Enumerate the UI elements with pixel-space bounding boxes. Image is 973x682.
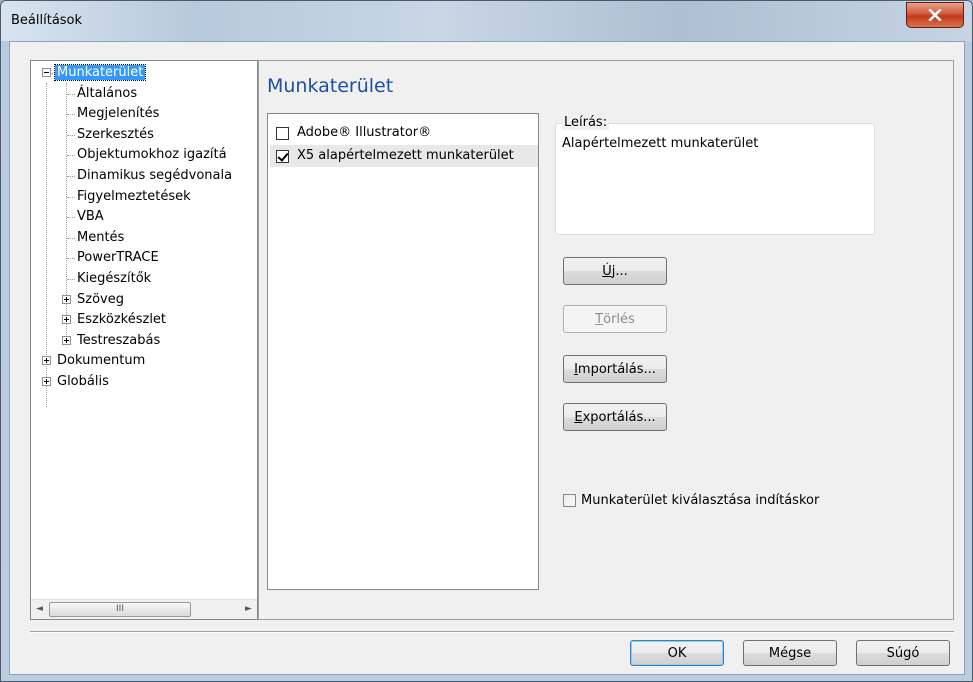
page-title: Munkaterület (267, 75, 394, 97)
tree-item-label: Globális (57, 374, 109, 389)
tree-connector (67, 279, 75, 280)
tree-item[interactable]: Testreszabás (75, 331, 162, 351)
help-button[interactable]: Súgó (856, 640, 950, 666)
tree-item[interactable]: Eszközkészlet (75, 310, 168, 330)
description-group: Leírás: Alapértelmezett munkaterület (555, 115, 875, 235)
startup-select-option[interactable]: Munkaterület kiválasztása indításkor (563, 493, 819, 508)
workspace-label: X5 alapértelmezett munkaterület (297, 148, 514, 163)
tree-item[interactable]: Kiegészítők (75, 269, 153, 289)
workspace-checkbox[interactable] (276, 149, 289, 163)
list-item-workspace-illustrator[interactable]: Adobe® Illustrator® (276, 122, 431, 144)
startup-select-checkbox[interactable] (563, 494, 576, 507)
dialog-client-area: Munkaterület Általános Megjelenítés Szerkes… (9, 41, 965, 675)
import-workspace-button[interactable]: Importálás... (563, 355, 667, 383)
expand-plus-icon[interactable] (62, 294, 71, 304)
footer-divider (30, 631, 954, 633)
tree-connector (67, 217, 75, 219)
expand-plus-icon[interactable] (62, 335, 71, 345)
tree-item[interactable]: Szöveg (75, 290, 126, 310)
scroll-left-icon[interactable]: ◄ (31, 600, 48, 619)
window-title: Beállítások (11, 13, 83, 28)
tree-item[interactable]: VBA (75, 207, 106, 227)
tree-item-label: Kiegészítők (77, 271, 152, 286)
settings-dialog: Beállítások Munkaterület Általános Megjele… (0, 0, 973, 682)
tree-connector (67, 155, 75, 157)
tree-item-label: Általános (77, 85, 138, 101)
cancel-button[interactable]: Mégse (743, 640, 837, 666)
tree-item-label: Objektumokhoz igazítá (77, 147, 227, 163)
expand-plus-icon[interactable] (62, 315, 71, 325)
description-text: Alapértelmezett munkaterület (562, 136, 759, 151)
tree-item-label: Dinamikus segédvonala (77, 168, 233, 183)
startup-select-label: Munkaterület kiválasztása indításkor (581, 493, 820, 508)
collapse-minus-icon[interactable] (42, 68, 51, 77)
tree-item-label: VBA (77, 209, 104, 225)
tree-connector (67, 237, 75, 239)
workspace-label: Adobe® Illustrator® (297, 125, 432, 140)
tree-item-label: Szerkesztés (77, 126, 154, 142)
tree-item-label: PowerTRACE (77, 250, 159, 266)
tree-item[interactable]: Szerkesztés (75, 125, 156, 145)
tree-connector (67, 114, 75, 116)
tree-view: Munkaterület Általános Megjelenítés Szerkes… (31, 61, 257, 599)
tree-item-label: Szöveg (77, 291, 124, 307)
export-workspace-button[interactable]: Exportálás... (563, 403, 667, 431)
scroll-right-icon[interactable]: ► (240, 600, 257, 619)
tree-horizontal-scrollbar[interactable]: ◄ III ► (31, 599, 257, 619)
tree-item-label: Mentés (77, 229, 125, 245)
list-item-workspace-x5-default[interactable]: X5 alapértelmezett munkaterület (270, 145, 538, 167)
close-button[interactable] (906, 2, 964, 28)
ok-button[interactable]: OK (630, 640, 724, 666)
tree-item[interactable]: Figyelmeztetések (75, 187, 193, 207)
tree-connector (67, 93, 75, 95)
tree-item[interactable]: Objektumokhoz igazítá (75, 145, 229, 165)
workspace-list[interactable]: Adobe® Illustrator® X5 alapértelmezett m… (267, 113, 539, 590)
tree-item-label: Megjelenítés (77, 106, 160, 122)
tree-item[interactable]: Munkaterület (53, 63, 147, 83)
tree-connector (67, 258, 75, 260)
tree-item[interactable]: Dinamikus segédvonala (75, 166, 234, 186)
tree-item-label: Testreszabás (77, 332, 161, 348)
scroll-thumb[interactable]: III (49, 602, 191, 617)
workspace-settings-panel: Munkaterület Adobe® Illustrator® X5 alap… (258, 60, 954, 620)
title-bar[interactable]: Beállítások (1, 1, 972, 41)
tree-item-label: Figyelmeztetések (77, 188, 191, 204)
tree-item-label: Dokumentum (57, 353, 146, 369)
workspace-checkbox[interactable] (276, 126, 289, 140)
tree-item[interactable]: Mentés (75, 228, 126, 248)
tree-item[interactable]: PowerTRACE (75, 248, 161, 268)
tree-connector (67, 196, 75, 198)
tree-connector (67, 134, 75, 136)
new-workspace-button[interactable]: Új... (563, 257, 667, 285)
description-legend: Leírás: (562, 115, 610, 130)
tree-item-label: Eszközkészlet (77, 312, 167, 328)
settings-tree[interactable]: Munkaterület Általános Megjelenítés Szerkes… (30, 60, 258, 620)
tree-connector (67, 176, 75, 177)
delete-workspace-button[interactable]: Törlés (563, 305, 667, 333)
tree-item[interactable]: Megjelenítés (75, 104, 161, 124)
tree-item[interactable]: Globális (55, 372, 111, 392)
expand-plus-icon[interactable] (42, 377, 51, 386)
expand-plus-icon[interactable] (42, 356, 51, 366)
tree-item-label: Munkaterület (53, 64, 147, 81)
close-icon (928, 9, 942, 21)
tree-item[interactable]: Általános (75, 84, 139, 104)
tree-item[interactable]: Dokumentum (55, 351, 147, 371)
